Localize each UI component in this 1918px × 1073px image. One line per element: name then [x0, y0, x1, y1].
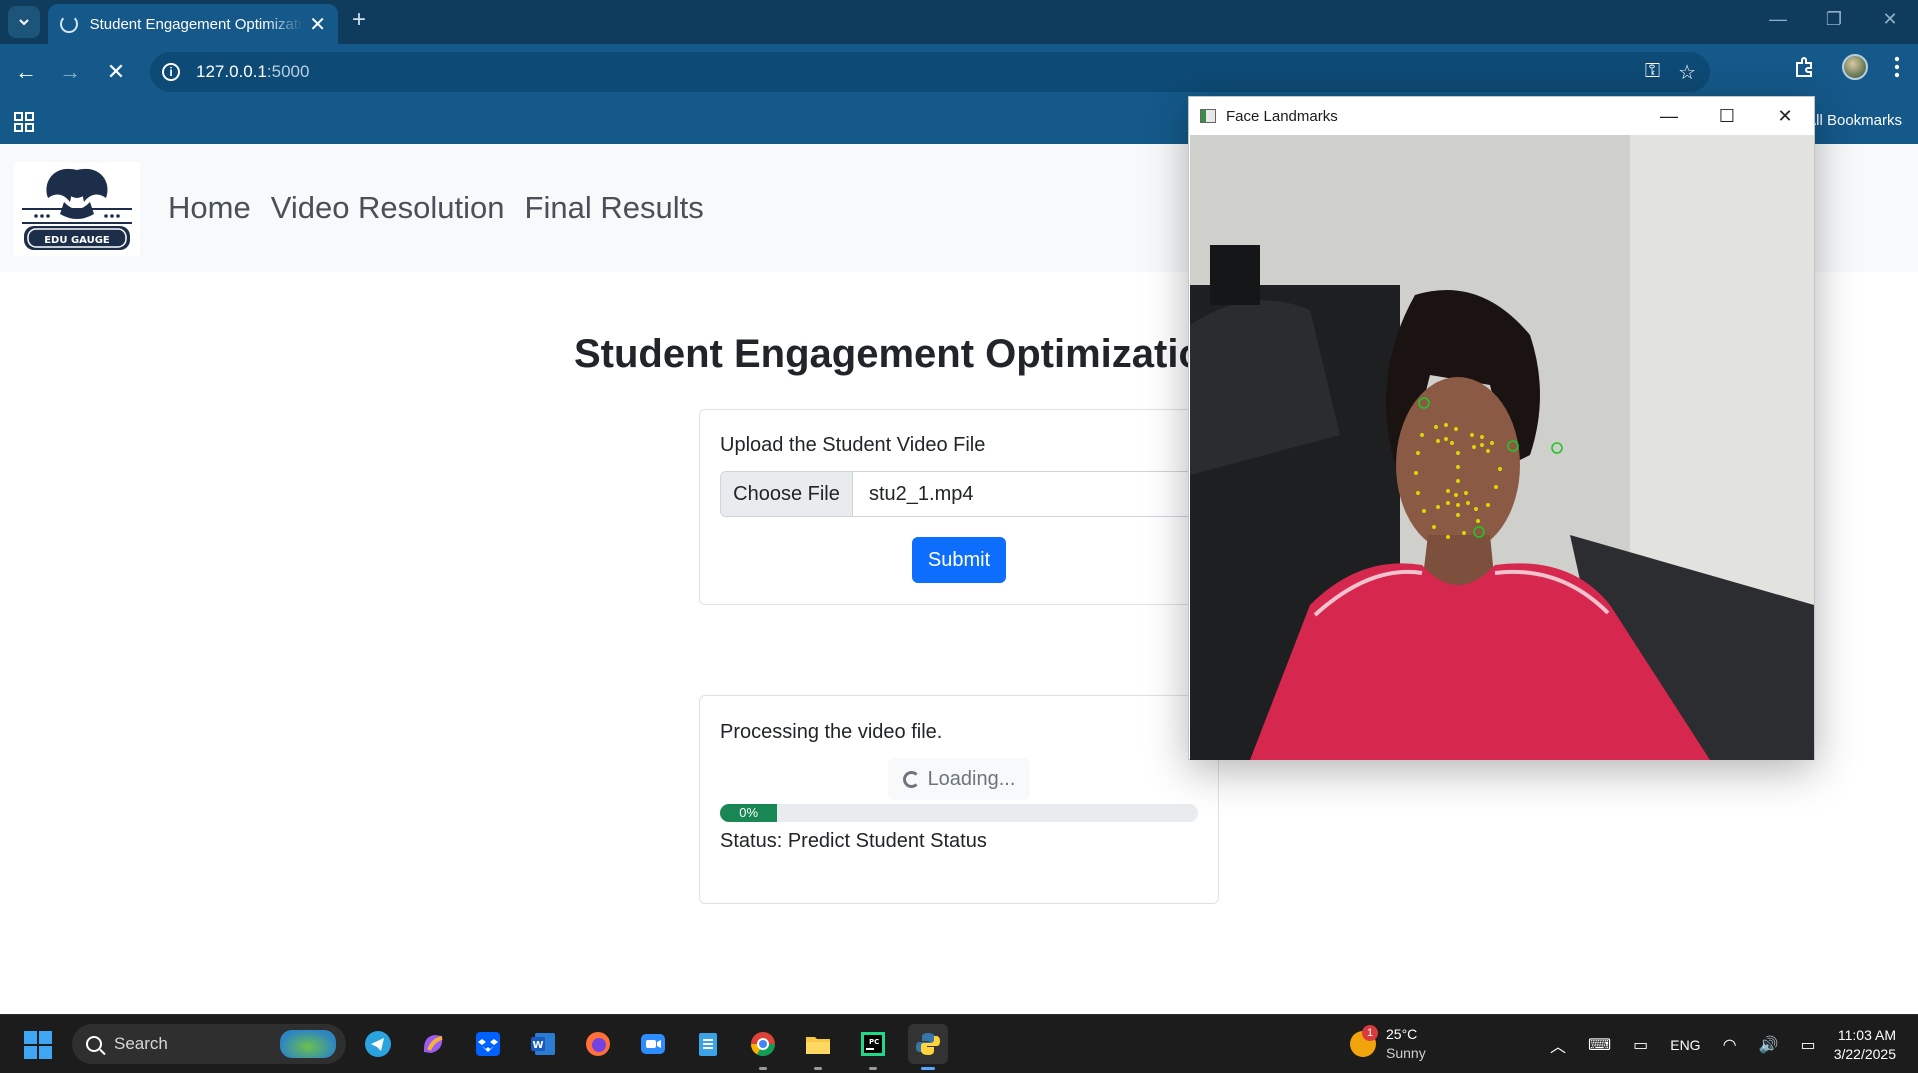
copilot-icon[interactable] — [413, 1024, 453, 1064]
choose-file-button[interactable]: Choose File — [721, 472, 853, 516]
logo-emblem: EDU GAUGE — [22, 168, 132, 250]
clock-date: 3/22/2025 — [1833, 1046, 1896, 1062]
windows-taskbar: Search W PC 1 25°C Sunny ︿ ⌨ ▭ ENG ◠ 🔊 ▭… — [0, 1014, 1918, 1073]
restore-icon[interactable]: ❐ — [1806, 0, 1862, 38]
address-bar[interactable]: i 127.0.0.1:5000 ⚿ ☆ — [150, 52, 1710, 92]
browser-toolbar: ← → ✕ i 127.0.0.1:5000 ⚿ ☆ — [0, 44, 1918, 100]
omnibox-actions: ⚿ ☆ — [1645, 60, 1696, 85]
url-text: 127.0.0.1:5000 — [196, 62, 309, 82]
progress-bar: 0% — [720, 804, 1198, 822]
chrome-icon[interactable] — [743, 1024, 783, 1070]
progress-bar-fill: 0% — [720, 804, 778, 822]
all-bookmarks-link[interactable]: All Bookmarks — [1806, 112, 1902, 129]
face-landmarks-titlebar[interactable]: Face Landmarks — ☐ ✕ — [1189, 97, 1814, 135]
search-highlight-icon — [280, 1030, 336, 1058]
processing-message: Processing the video file. — [720, 721, 943, 743]
close-window-icon[interactable]: ✕ — [1862, 0, 1918, 38]
minimize-icon[interactable]: — — [1750, 0, 1806, 38]
taskbar-search-label: Search — [114, 1034, 168, 1053]
file-explorer-icon[interactable] — [798, 1024, 838, 1070]
weather-widget[interactable]: 1 25°C Sunny — [1350, 1025, 1426, 1063]
chevron-down-icon — [19, 19, 29, 26]
wifi-icon[interactable]: ◠ — [1723, 1035, 1737, 1055]
new-tab-button[interactable]: + — [352, 6, 366, 34]
battery-icon[interactable]: ▭ — [1800, 1035, 1815, 1055]
telegram-icon[interactable] — [358, 1024, 398, 1064]
window-controls: — ❐ ✕ — [1750, 0, 1918, 38]
status-text: Status: Predict Student Status — [720, 830, 987, 852]
tab-close-icon[interactable]: ✕ — [309, 12, 326, 37]
taskbar-clock[interactable]: 11:03 AM 3/22/2025 — [1834, 1026, 1896, 1064]
site-info-icon[interactable]: i — [162, 63, 180, 81]
video-frame — [1190, 135, 1814, 760]
weather-condition: Sunny — [1386, 1045, 1426, 1061]
nav-links: Home Video Resolution Final Results — [168, 190, 704, 226]
forward-button[interactable]: → — [52, 54, 88, 90]
processing-card: Processing the video file. Loading... 0%… — [699, 695, 1219, 904]
search-icon — [86, 1036, 102, 1052]
notepad-icon[interactable] — [688, 1024, 728, 1064]
maximize-icon[interactable]: ☐ — [1698, 97, 1756, 135]
taskbar-apps: W PC — [358, 1024, 948, 1070]
menu-kebab-icon[interactable] — [1894, 56, 1900, 78]
windows-start-icon[interactable] — [24, 1031, 52, 1059]
stop-loading-button[interactable]: ✕ — [98, 54, 134, 90]
selected-file-name: stu2_1.mp4 — [869, 482, 974, 505]
microsoft-word-icon[interactable]: W — [523, 1024, 563, 1064]
browser-tab-bar: Student Engagement Optimization ✕ + — ❐ … — [0, 0, 1918, 44]
window-app-icon — [1200, 109, 1216, 123]
back-button[interactable]: ← — [8, 54, 44, 90]
upload-label: Upload the Student Video File — [720, 434, 986, 456]
keyboard-icon[interactable]: ⌨ — [1588, 1035, 1611, 1055]
loading-indicator: Loading... — [888, 758, 1030, 800]
edu-gauge-logo[interactable]: EDU GAUGE — [14, 162, 140, 256]
loading-label: Loading... — [927, 767, 1016, 790]
toolbar-right — [1794, 54, 1918, 80]
volume-icon[interactable]: 🔊 — [1759, 1035, 1779, 1055]
password-key-icon[interactable]: ⚿ — [1645, 60, 1660, 85]
display-icon[interactable]: ▭ — [1633, 1035, 1648, 1055]
python-icon[interactable] — [908, 1024, 948, 1070]
firefox-icon[interactable] — [578, 1024, 618, 1064]
sun-icon: 1 — [1350, 1025, 1378, 1057]
chevron-up-icon[interactable]: ︿ — [1550, 1033, 1566, 1057]
nav-link-video-resolution[interactable]: Video Resolution — [271, 190, 505, 226]
logo-text: EDU GAUGE — [44, 235, 110, 246]
pycharm-icon[interactable]: PC — [853, 1024, 893, 1070]
close-icon[interactable]: ✕ — [1756, 97, 1814, 135]
tab-search-button[interactable] — [8, 6, 40, 38]
spinner-icon — [902, 770, 920, 788]
taskbar-search[interactable]: Search — [72, 1024, 346, 1064]
apps-grid-icon[interactable] — [14, 112, 34, 132]
weather-text: 25°C Sunny — [1386, 1025, 1426, 1063]
svg-text:W: W — [532, 1040, 543, 1051]
loading-spinner-icon — [60, 15, 78, 33]
weather-badge: 1 — [1362, 1025, 1378, 1041]
page-title: Student Engagement Optimization — [574, 332, 1228, 376]
url-port: :5000 — [266, 62, 310, 81]
zoom-icon[interactable] — [633, 1024, 673, 1064]
temperature: 25°C — [1386, 1026, 1418, 1042]
svg-text:PC: PC — [869, 1038, 879, 1046]
face-window-controls: — ☐ ✕ — [1640, 97, 1814, 135]
submit-button[interactable]: Submit — [912, 537, 1006, 583]
language-indicator[interactable]: ENG — [1670, 1037, 1700, 1053]
face-landmarks-window[interactable]: Face Landmarks — ☐ ✕ — [1188, 96, 1815, 760]
video-file-input[interactable]: Choose File stu2_1.mp4 — [720, 471, 1200, 517]
nav-link-final-results[interactable]: Final Results — [525, 190, 704, 226]
upload-card: Upload the Student Video File Choose Fil… — [699, 409, 1219, 605]
profile-avatar[interactable] — [1842, 54, 1868, 80]
video-frame-image — [1190, 135, 1814, 760]
clock-time: 11:03 AM — [1837, 1027, 1896, 1043]
tab-title: Student Engagement Optimization — [89, 15, 304, 33]
bookmark-star-icon[interactable]: ☆ — [1678, 60, 1696, 85]
face-landmarks-title: Face Landmarks — [1226, 107, 1338, 125]
url-host: 127.0.0.1 — [196, 62, 267, 81]
browser-tab-active[interactable]: Student Engagement Optimization ✕ — [48, 4, 338, 44]
extensions-puzzle-icon[interactable] — [1794, 56, 1816, 78]
dropbox-icon[interactable] — [468, 1024, 508, 1064]
minimize-icon[interactable]: — — [1640, 97, 1698, 135]
system-tray: ︿ ⌨ ▭ ENG ◠ 🔊 ▭ — [1550, 1033, 1816, 1057]
nav-link-home[interactable]: Home — [168, 190, 251, 226]
